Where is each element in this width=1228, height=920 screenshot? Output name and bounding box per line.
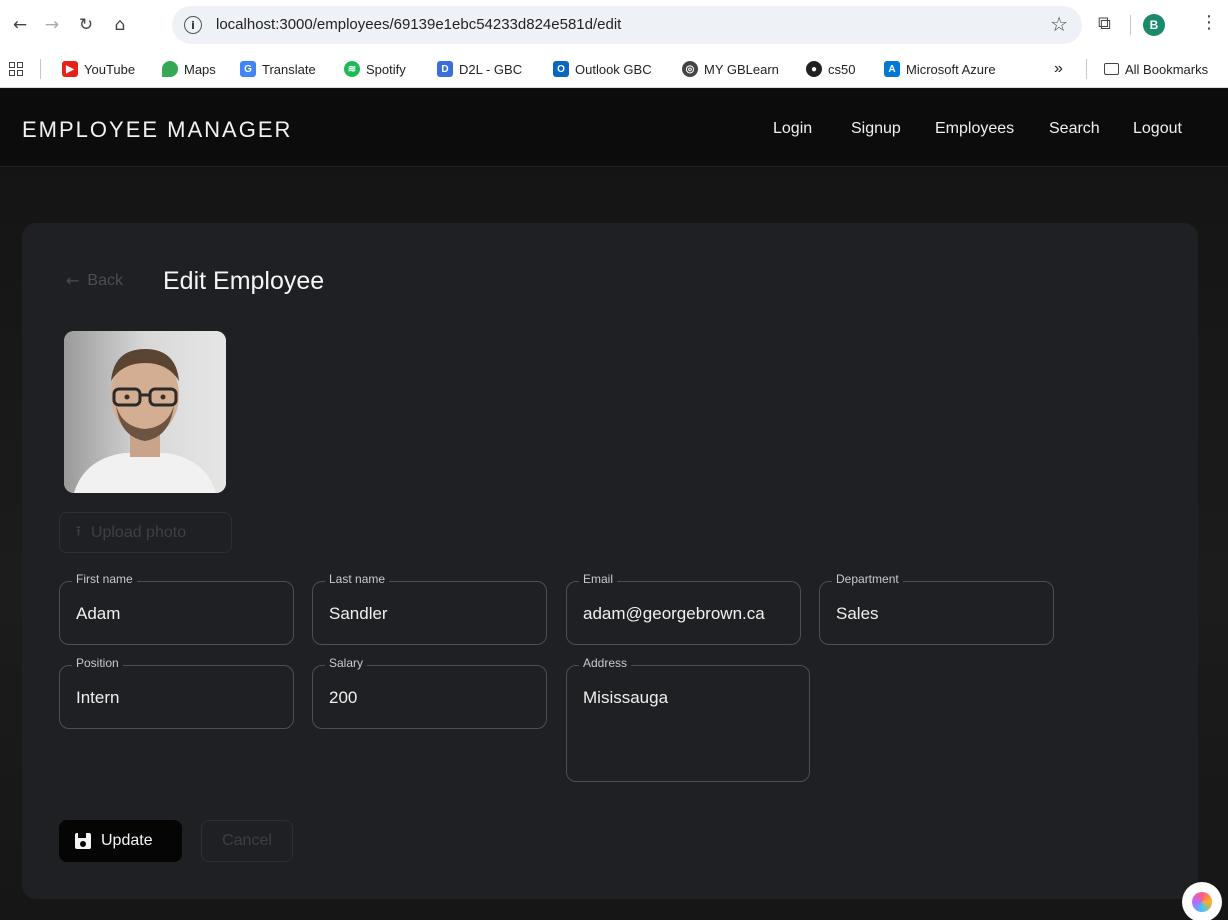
more-bookmarks-chevron-icon[interactable]: »: [1054, 60, 1063, 78]
reload-icon[interactable]: ↻: [74, 13, 98, 37]
save-icon: [75, 833, 91, 849]
position-label: Position: [72, 656, 123, 670]
address-value[interactable]: Misissauga: [583, 688, 668, 708]
salary-value[interactable]: 200: [329, 688, 357, 708]
toolbar-divider: [1130, 15, 1131, 35]
outlook-icon: O: [553, 61, 569, 77]
address-bar[interactable]: i localhost:3000/employees/69139e1ebc542…: [172, 6, 1082, 44]
bookmark-label: Translate: [262, 61, 316, 77]
upload-label: Upload photo: [90, 523, 187, 541]
d2l-icon: D: [437, 61, 453, 77]
nav-login[interactable]: Login: [773, 120, 812, 138]
profile-avatar[interactable]: B: [1143, 14, 1165, 36]
employee-photo: [64, 331, 226, 493]
edit-employee-card: ← Back Edit Employee ⭱ Upload photo Firs…: [22, 223, 1198, 899]
brand-title[interactable]: EMPLOYEE MANAGER: [22, 117, 292, 143]
last-name-label: Last name: [325, 572, 390, 586]
bookmark-translate[interactable]: G Translate: [240, 60, 316, 78]
cancel-button[interactable]: Cancel: [201, 820, 293, 862]
salary-field[interactable]: Salary 200: [312, 656, 547, 729]
bookmark-azure[interactable]: A Microsoft Azure: [884, 60, 996, 78]
nav-signup[interactable]: Signup: [851, 120, 901, 138]
bookmark-spotify[interactable]: ≋ Spotify: [344, 60, 406, 78]
bookmark-label: Microsoft Azure: [906, 61, 996, 77]
home-icon[interactable]: ⌂: [108, 13, 132, 37]
bookmark-star-icon[interactable]: ☆: [1050, 12, 1068, 36]
bookmark-maps[interactable]: Maps: [162, 60, 216, 78]
azure-icon: A: [884, 61, 900, 77]
bookmark-outlook[interactable]: O Outlook GBC: [553, 60, 652, 78]
salary-label: Salary: [325, 656, 368, 670]
browser-menu-icon[interactable]: ⋮: [1200, 12, 1218, 33]
url-text[interactable]: localhost:3000/employees/69139e1ebc54233…: [216, 16, 621, 33]
bookmark-d2l[interactable]: D D2L - GBC: [437, 60, 522, 78]
position-value[interactable]: Intern: [76, 688, 119, 708]
github-icon: ●: [806, 61, 822, 77]
bookmarks-divider: [1086, 59, 1087, 79]
nav-search[interactable]: Search: [1049, 120, 1100, 138]
upload-photo-button[interactable]: ⭱ Upload photo: [59, 512, 232, 553]
update-label: Update: [101, 832, 153, 849]
email-value[interactable]: adam@georgebrown.ca: [583, 604, 765, 624]
all-bookmarks[interactable]: All Bookmarks: [1104, 60, 1208, 78]
maps-pin-icon: [162, 61, 178, 77]
last-name-value[interactable]: Sandler: [329, 604, 388, 624]
nav-logout[interactable]: Logout: [1133, 120, 1182, 138]
bookmark-gblearn[interactable]: ◎ MY GBLearn: [682, 60, 779, 78]
folder-icon: [1104, 63, 1119, 75]
assistant-icon[interactable]: [1182, 882, 1222, 920]
apps-grid-icon[interactable]: [9, 62, 23, 76]
spotify-icon: ≋: [344, 61, 360, 77]
upload-icon: ⭱: [76, 523, 81, 540]
bookmarks-bar: ▶ YouTube Maps G Translate ≋ Spotify D D2L -…: [0, 50, 1228, 88]
bookmark-label: Outlook GBC: [575, 61, 652, 77]
first-name-field[interactable]: First name Adam: [59, 572, 294, 645]
bookmark-label: cs50: [828, 61, 856, 77]
youtube-icon: ▶: [62, 61, 78, 77]
page-title: Edit Employee: [163, 267, 325, 295]
bookmark-label: MY GBLearn: [704, 61, 779, 77]
bookmark-label: Spotify: [366, 61, 406, 77]
back-arrow-icon[interactable]: ←: [8, 13, 32, 37]
globe-icon: ◎: [682, 61, 698, 77]
position-field[interactable]: Position Intern: [59, 656, 294, 729]
bookmark-label: YouTube: [84, 61, 136, 77]
email-field[interactable]: Email adam@georgebrown.ca: [566, 572, 801, 645]
last-name-field[interactable]: Last name Sandler: [312, 572, 547, 645]
portrait-image: [64, 331, 226, 493]
update-button[interactable]: Update: [59, 820, 182, 862]
translate-icon: G: [240, 61, 256, 77]
department-value[interactable]: Sales: [836, 604, 879, 624]
email-label: Email: [579, 572, 618, 586]
address-field[interactable]: Address Misissauga: [566, 656, 810, 782]
nav-employees[interactable]: Employees: [935, 120, 1014, 138]
back-button[interactable]: ← Back: [66, 271, 123, 290]
site-info-icon[interactable]: i: [184, 16, 202, 34]
back-label: Back: [87, 271, 123, 289]
department-label: Department: [832, 572, 903, 586]
back-arrow-icon: ←: [66, 271, 80, 290]
bookmark-cs50[interactable]: ● cs50: [806, 60, 855, 78]
first-name-label: First name: [72, 572, 137, 586]
app-header: EMPLOYEE MANAGER Login Signup Employees …: [0, 89, 1228, 167]
address-label: Address: [579, 656, 632, 670]
extensions-icon[interactable]: ⧉: [1098, 13, 1120, 35]
department-field[interactable]: Department Sales: [819, 572, 1054, 645]
forward-arrow-icon[interactable]: →: [40, 13, 64, 37]
bookmark-label: D2L - GBC: [459, 61, 523, 77]
all-bookmarks-label: All Bookmarks: [1125, 61, 1209, 77]
bookmark-label: Maps: [184, 61, 216, 77]
bookmarks-divider: [40, 59, 41, 79]
bookmark-youtube[interactable]: ▶ YouTube: [62, 60, 135, 78]
app-root: EMPLOYEE MANAGER Login Signup Employees …: [0, 89, 1228, 920]
first-name-value[interactable]: Adam: [76, 604, 120, 624]
browser-toolbar: ← → ↻ ⌂ i localhost:3000/employees/69139…: [0, 0, 1228, 50]
